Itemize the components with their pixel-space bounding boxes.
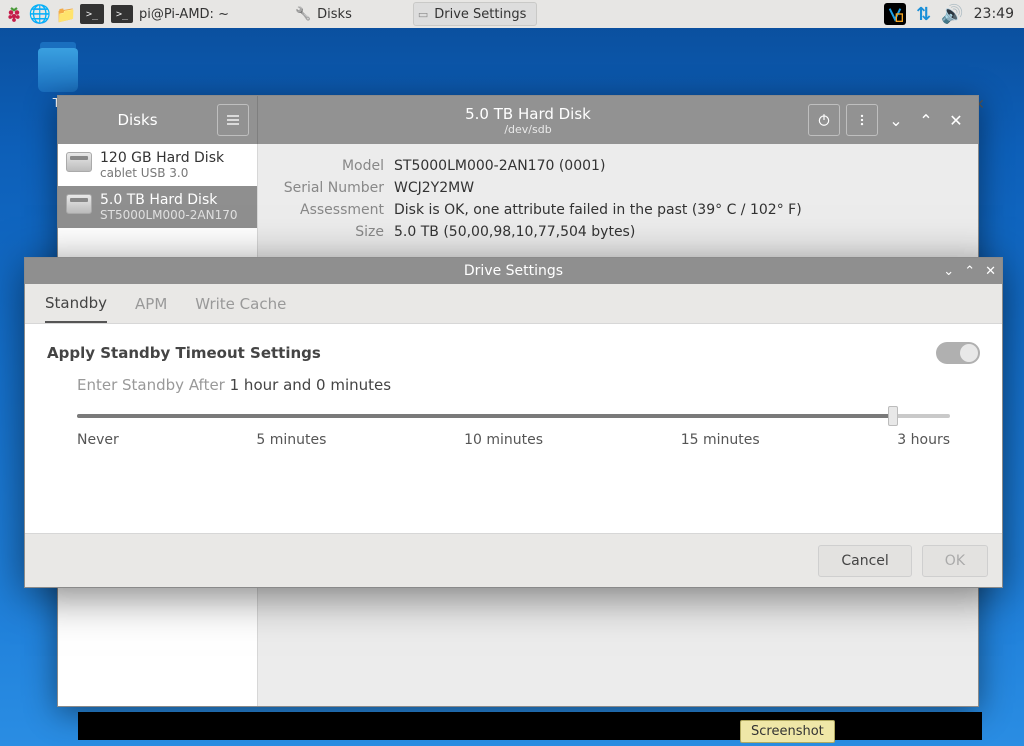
drive-title: 5.0 TB Hard Disk	[100, 192, 237, 208]
settings-titlebar: Drive Settings ⌄ ⌃ ✕	[25, 258, 1002, 284]
task-drive-settings[interactable]: ▭ Drive Settings	[413, 2, 538, 26]
cancel-button[interactable]: Cancel	[818, 545, 911, 577]
tab-standby[interactable]: Standby	[45, 285, 107, 323]
hamburger-menu-button[interactable]	[217, 104, 249, 136]
size-value: 5.0 TB (50,00,98,10,77,504 bytes)	[394, 224, 635, 240]
hdd-icon	[66, 152, 92, 172]
assessment-label: Assessment	[274, 202, 384, 218]
slider-tick: 5 minutes	[256, 432, 326, 448]
volume-icon[interactable]: 🔊	[941, 4, 963, 25]
maximize-icon[interactable]: ⌃	[964, 264, 975, 279]
wrench-icon: 🔧	[295, 7, 311, 22]
vnc-icon[interactable]	[884, 3, 906, 25]
sidebar-drive-120gb[interactable]: 120 GB Hard Disk cablet USB 3.0	[58, 144, 257, 186]
slider-tick: Never	[77, 432, 119, 448]
slider-tick: 10 minutes	[464, 432, 543, 448]
serial-label: Serial Number	[274, 180, 384, 196]
app-title: Disks	[66, 111, 209, 129]
taskbar: 🌐 📁 >_ >_ pi@Pi-AMD: ~ 🔧 Disks ▭ Drive S…	[0, 0, 1024, 28]
serial-value: WCJ2Y2MW	[394, 180, 474, 196]
file-manager-icon[interactable]: 📁	[54, 2, 78, 26]
disks-headerbar: Disks 5.0 TB Hard Disk /dev/sdb ⌄ ⌃ ✕	[58, 96, 978, 144]
ok-button[interactable]: OK	[922, 545, 988, 577]
close-icon[interactable]: ✕	[944, 108, 968, 132]
drive-title: 120 GB Hard Disk	[100, 150, 224, 166]
assessment-value: Disk is OK, one attribute failed in the …	[394, 202, 802, 218]
task-terminal-label: pi@Pi-AMD: ~	[139, 7, 229, 22]
window-icon: ▭	[418, 8, 428, 21]
screenshot-tooltip: Screenshot	[740, 720, 835, 743]
header-drive-title: 5.0 TB Hard Disk	[465, 105, 591, 123]
task-settings-label: Drive Settings	[434, 7, 526, 22]
terminal-launcher-icon[interactable]: >_	[80, 2, 104, 26]
slider-tick: 15 minutes	[681, 432, 760, 448]
drive-settings-window: Drive Settings ⌄ ⌃ ✕ Standby APM Write C…	[24, 257, 1003, 588]
drive-menu-button[interactable]	[846, 104, 878, 136]
clock[interactable]: 23:49	[974, 6, 1014, 22]
task-disks[interactable]: 🔧 Disks	[290, 2, 363, 26]
slider-tick: 3 hours	[897, 432, 950, 448]
tab-write-cache[interactable]: Write Cache	[195, 286, 286, 322]
header-drive-path: /dev/sdb	[504, 123, 551, 136]
standby-slider[interactable]: Never 5 minutes 10 minutes 15 minutes 3 …	[77, 414, 950, 448]
tab-apm[interactable]: APM	[135, 286, 167, 322]
drive-subtitle: cablet USB 3.0	[100, 166, 224, 180]
trash-bin-icon	[38, 48, 78, 92]
standby-toggle[interactable]	[936, 342, 980, 364]
network-icon[interactable]: ⇅	[916, 4, 931, 25]
task-disks-label: Disks	[317, 7, 352, 22]
background-window-edge	[78, 712, 982, 740]
settings-title: Drive Settings	[464, 263, 563, 279]
power-button[interactable]	[808, 104, 840, 136]
size-label: Size	[274, 224, 384, 240]
browser-icon[interactable]: 🌐	[28, 2, 52, 26]
drive-subtitle: ST5000LM000-2AN170	[100, 208, 237, 222]
standby-section-title: Apply Standby Timeout Settings	[47, 344, 321, 362]
model-value: ST5000LM000-2AN170 (0001)	[394, 158, 605, 174]
task-terminal[interactable]: >_ pi@Pi-AMD: ~	[106, 2, 240, 26]
terminal-icon: >_	[111, 5, 133, 23]
sidebar-drive-5tb[interactable]: 5.0 TB Hard Disk ST5000LM000-2AN170	[58, 186, 257, 228]
settings-tabs: Standby APM Write Cache	[25, 284, 1002, 324]
close-icon[interactable]: ✕	[985, 264, 996, 279]
menu-raspberry-icon[interactable]	[2, 2, 26, 26]
hdd-icon	[66, 194, 92, 214]
slider-thumb[interactable]	[888, 406, 898, 426]
model-label: Model	[274, 158, 384, 174]
minimize-icon[interactable]: ⌄	[943, 264, 954, 279]
chevron-up-icon[interactable]: ⌃	[914, 108, 938, 132]
chevron-down-icon[interactable]: ⌄	[884, 108, 908, 132]
standby-after-value: 1 hour and 0 minutes	[230, 376, 391, 394]
standby-after-label: Enter Standby After	[77, 376, 225, 394]
